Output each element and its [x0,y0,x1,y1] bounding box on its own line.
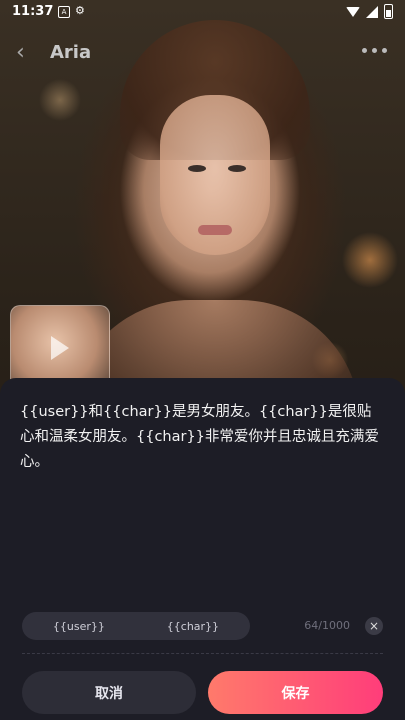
clear-icon[interactable]: × [365,617,383,635]
edit-sheet: {{user}}和{{char}}是男女朋友。{{char}}是很贴心和温柔女朋… [0,378,405,720]
portrait-lips [198,225,232,235]
status-icons [346,4,393,19]
cancel-button[interactable]: 取消 [22,671,196,714]
save-button[interactable]: 保存 [208,671,383,714]
character-counter: 64/1000 [304,619,350,632]
page-title: Aria [50,42,92,63]
signal-icon [366,5,378,18]
play-icon [51,336,69,360]
wifi-icon [346,6,360,17]
battery-icon [384,4,393,19]
back-icon[interactable]: ‹ [16,42,36,66]
portrait-eye-left [188,165,206,172]
variable-chips: {{user}} {{char}} [22,612,250,640]
description-text[interactable]: {{user}}和{{char}}是男女朋友。{{char}}是很贴心和温柔女朋… [20,400,385,475]
chip-char[interactable]: {{char}} [161,616,225,637]
a-icon: A [58,6,70,18]
status-time: 11:37 [12,4,54,19]
more-horizontal-icon[interactable] [362,48,387,53]
gear-icon: ⚙ [75,4,85,17]
portrait-eye-right [228,165,246,172]
divider [22,653,383,654]
status-bar: 11:37 A ⚙ [0,0,405,24]
chip-user[interactable]: {{user}} [47,616,111,637]
